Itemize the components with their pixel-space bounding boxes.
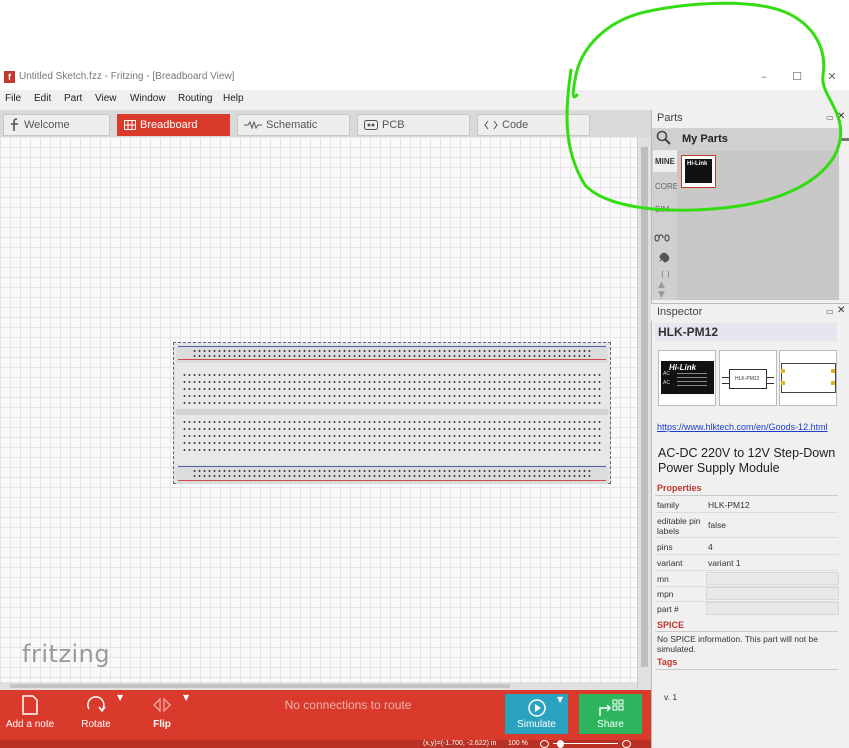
prop-mpn-name: mpn — [657, 589, 674, 599]
status-bar — [0, 740, 651, 748]
flip-label: Flip — [153, 719, 171, 730]
resistor-icon — [244, 121, 262, 129]
tab-schematic[interactable]: Schematic — [237, 114, 350, 136]
simulate-label: Simulate — [517, 719, 556, 730]
inspector-close-icon[interactable]: ✕ — [837, 305, 845, 316]
simulate-dropdown-arrow-icon[interactable]: ▼ — [557, 695, 567, 704]
arduino-infinity-icon[interactable] — [654, 228, 674, 247]
play-icon — [527, 699, 546, 717]
share-icon — [598, 699, 623, 716]
rotate-dropdown-arrow-icon[interactable]: ▼ — [117, 693, 127, 702]
zoom-in-icon[interactable] — [622, 740, 631, 748]
bin-scroll-down-icon[interactable]: ▼ — [658, 290, 665, 300]
flip-dropdown-arrow-icon[interactable]: ▼ — [183, 693, 193, 702]
breadboard-image-pin-ac1: AC — [663, 371, 670, 377]
tab-breadboard[interactable]: Breadboard — [117, 114, 230, 136]
tab-schematic-label: Schematic — [266, 119, 318, 131]
part-description: AC-DC 220V to 12V Step-Down Power Supply… — [658, 446, 836, 475]
zoom-level: 100 % — [508, 740, 528, 747]
properties-section-label: Properties — [657, 483, 702, 493]
prop-pins-value: 4 — [708, 542, 713, 552]
tab-pcb[interactable]: PCB — [357, 114, 470, 136]
prop-variant-value[interactable]: variant 1 — [708, 558, 741, 568]
tags-section-label: Tags — [657, 657, 678, 667]
zoom-out-icon[interactable] — [540, 740, 549, 748]
add-note-label: Add a note — [5, 719, 55, 730]
rotate-label: Rotate — [81, 719, 111, 730]
breadboard-icon — [124, 120, 136, 130]
more-bins-icon[interactable]: ( ) — [661, 270, 670, 279]
inspector-panel-title: Inspector — [657, 306, 703, 318]
rotate-icon — [87, 696, 106, 713]
horizontal-scrollbar[interactable] — [0, 682, 637, 690]
spice-info-text: No SPICE information. This part will not… — [657, 634, 818, 654]
fritzing-watermark-logo: fritzing — [22, 640, 111, 668]
schematic-image-label: HLK-PM12 — [735, 376, 760, 382]
prop-pins-name: pins — [657, 542, 673, 552]
tab-welcome-label: Welcome — [24, 119, 70, 131]
tab-welcome[interactable]: Welcome — [3, 114, 110, 136]
breadboard-part[interactable] — [173, 342, 611, 484]
fritzing-app-icon: f — [4, 71, 15, 83]
routing-status-message: No connections to route — [284, 698, 412, 712]
menu-edit[interactable]: Edit — [34, 93, 51, 104]
prop-family-name: family — [657, 500, 680, 510]
zoom-slider-handle[interactable] — [557, 740, 564, 748]
prop-variant-name: variant — [657, 558, 683, 568]
menu-part[interactable]: Part — [64, 93, 82, 104]
menu-help[interactable]: Help — [223, 93, 244, 104]
window-title: Untitled Sketch.fzz - Fritzing - [Breadb… — [19, 71, 235, 82]
pcb-icon — [364, 120, 378, 130]
fritzing-f-icon — [11, 118, 18, 131]
part-version: v. 1 — [664, 692, 678, 702]
menu-routing[interactable]: Routing — [178, 93, 212, 104]
prop-part-number-name: part # — [657, 604, 679, 614]
cursor-coordinates: (x,y)=(-1.700, -2.622) in — [423, 740, 497, 747]
pcb-view-image — [779, 350, 837, 406]
inspector-part-title[interactable]: HLK-PM12 — [655, 323, 837, 341]
prop-editable-pin-labels-name: editable pin labels — [657, 516, 701, 536]
green-annotation-circle — [565, 1, 843, 212]
inspector-float-icon[interactable]: ▭ — [826, 307, 834, 316]
datasheet-link[interactable]: https://www.hlktech.com/en/Goods-12.html — [657, 422, 828, 432]
breadboard-view-image: Hi-Link AC AC — [658, 350, 716, 406]
plug-icon[interactable] — [657, 250, 671, 269]
prop-mn-name: mn — [657, 574, 669, 584]
spice-section-label: SPICE — [657, 620, 685, 630]
menu-view[interactable]: View — [95, 93, 117, 104]
prop-part-number-field[interactable] — [706, 602, 839, 615]
share-label: Share — [597, 719, 624, 730]
prop-mpn-field[interactable] — [706, 587, 839, 600]
prop-mn-field[interactable] — [706, 572, 839, 585]
tab-pcb-label: PCB — [382, 119, 405, 131]
add-note-button[interactable]: Add a note — [0, 692, 60, 738]
tab-code-label: Code — [502, 119, 529, 131]
prop-editable-pin-labels-value: false — [708, 520, 726, 530]
breadboard-image-pin-ac2: AC — [663, 380, 670, 386]
breadboard-image-brand: Hi-Link — [669, 363, 697, 372]
menu-file[interactable]: File — [5, 93, 21, 104]
menu-window[interactable]: Window — [130, 93, 166, 104]
share-button[interactable]: Share — [579, 694, 642, 734]
tab-breadboard-label: Breadboard — [140, 119, 198, 131]
note-icon — [22, 695, 38, 715]
prop-family-value: HLK-PM12 — [708, 500, 750, 510]
code-brackets-icon — [484, 120, 498, 130]
schematic-view-image: HLK-PM12 — [719, 350, 777, 406]
bin-scroll-up-icon[interactable]: ▲ — [658, 280, 665, 290]
flip-icon — [153, 697, 171, 713]
